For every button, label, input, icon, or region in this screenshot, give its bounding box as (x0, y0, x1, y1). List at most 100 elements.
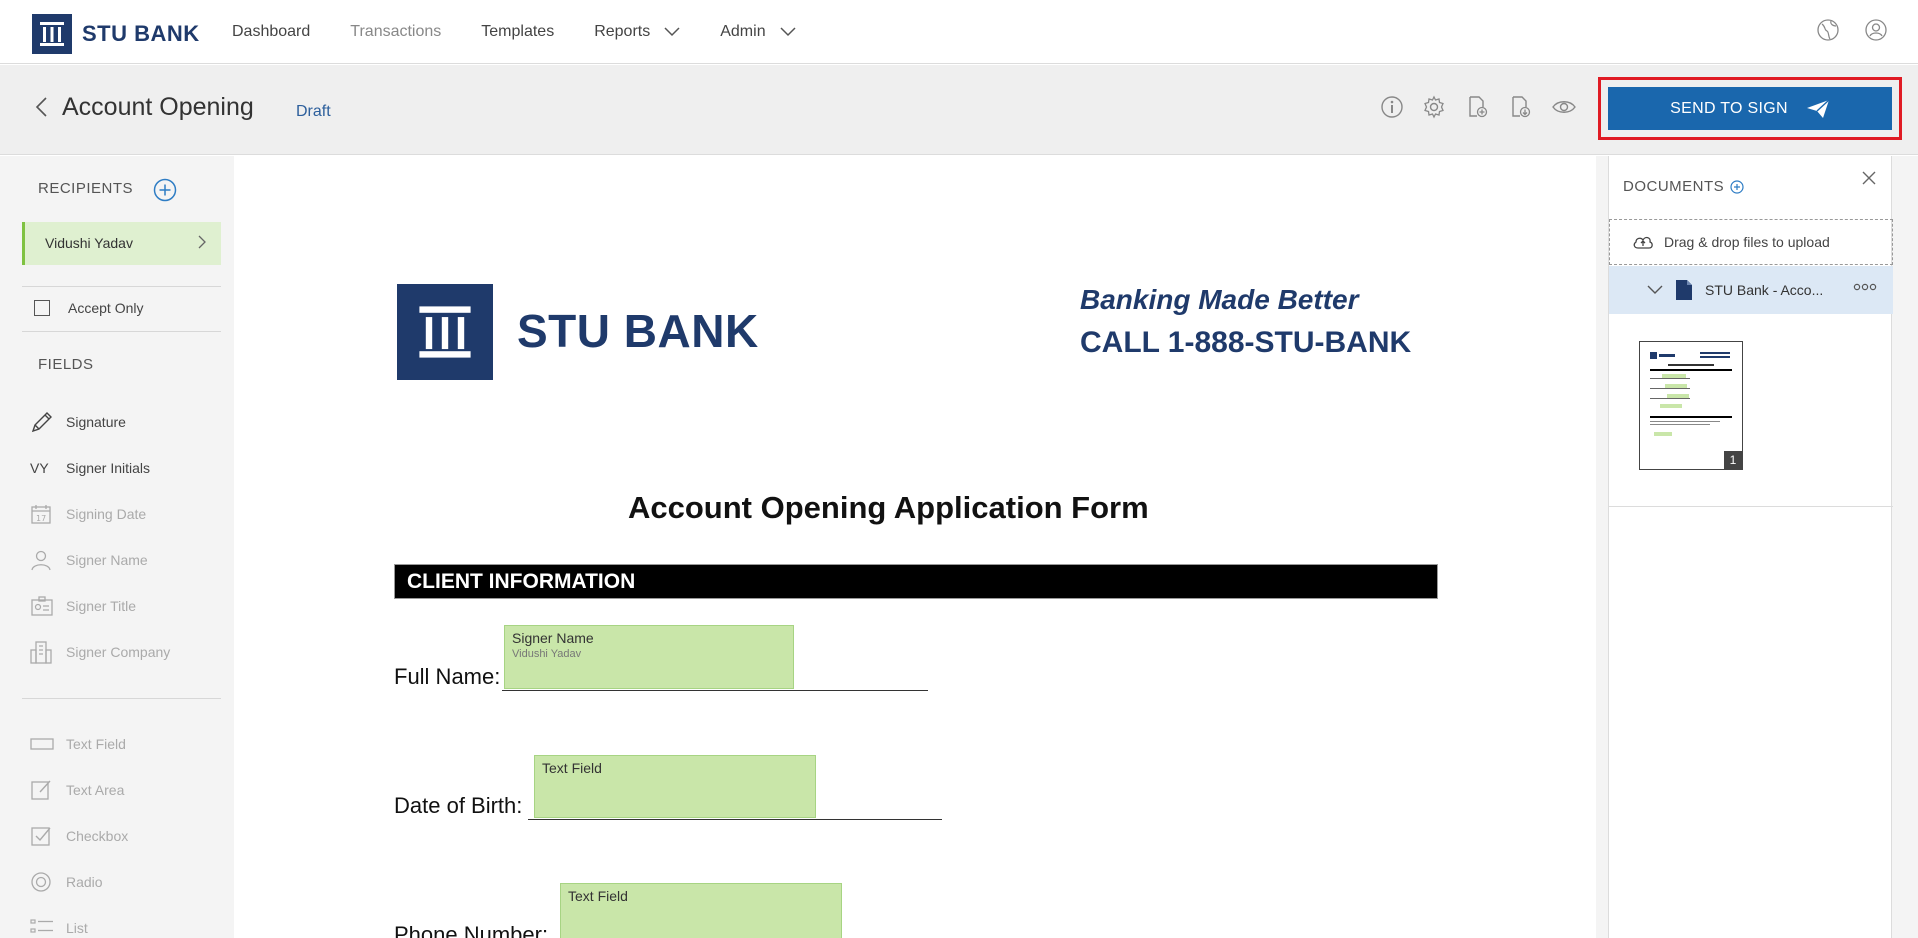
nav-admin-label: Admin (720, 23, 766, 40)
nav-transactions[interactable]: Transactions (350, 23, 441, 41)
date-of-birth-field-label: Text Field (542, 760, 602, 776)
full-name-label: Full Name: (394, 664, 501, 689)
chevron-down-icon[interactable] (1647, 285, 1663, 295)
eye-icon[interactable] (1551, 97, 1577, 117)
divider (22, 331, 221, 332)
text-area-icon (31, 780, 51, 800)
paper-plane-icon (1806, 98, 1830, 118)
info-icon[interactable] (1380, 95, 1404, 119)
text-field-icon (30, 738, 54, 750)
gear-icon[interactable] (1422, 95, 1446, 119)
form-title: Account Opening Application Form (628, 490, 1149, 525)
field-text-area[interactable]: Text Area (30, 778, 124, 802)
calendar-icon: 17 (31, 505, 51, 524)
page-number-badge: 1 (1724, 451, 1742, 469)
document-item[interactable]: STU Bank - Acco... (1609, 266, 1893, 314)
field-list[interactable]: List (30, 916, 88, 938)
field-signature-label: Signature (66, 414, 126, 430)
field-signer-title-label: Signer Title (66, 598, 137, 614)
phone-number-text-field[interactable]: Text Field (560, 883, 842, 938)
back-arrow-icon[interactable] (34, 96, 48, 118)
fields-title: FIELDS (38, 356, 94, 373)
person-icon (31, 550, 51, 571)
section-header: CLIENT INFORMATION (394, 564, 1438, 599)
svg-text:17: 17 (36, 514, 46, 523)
field-text-field-label: Text Field (66, 736, 126, 752)
document-bank-name: STU BANK (517, 305, 759, 357)
globe-icon[interactable] (1816, 18, 1840, 42)
accept-only-checkbox[interactable]: Accept Only (34, 300, 143, 316)
document-add-icon[interactable] (1465, 95, 1489, 119)
top-navigation: STU BANK Dashboard Transactions Template… (0, 0, 1918, 64)
full-name-underline (502, 690, 928, 691)
nav-reports[interactable]: Reports (594, 23, 680, 41)
field-list-label: List (66, 920, 88, 936)
recipients-title: RECIPIENTS (38, 180, 134, 197)
documents-panel: DOCUMENTS Drag & drop files to upload ST… (1596, 156, 1918, 938)
bank-icon (32, 14, 72, 54)
send-to-sign-label: SEND TO SIGN (1670, 99, 1788, 117)
radio-icon (31, 872, 51, 892)
divider (22, 286, 221, 287)
documents-title: DOCUMENTS (1623, 178, 1744, 195)
more-options-icon[interactable] (1853, 282, 1877, 292)
date-of-birth-underline (528, 819, 942, 820)
file-icon (1676, 280, 1692, 300)
pen-icon (31, 412, 52, 433)
close-icon[interactable] (1861, 170, 1877, 186)
divider (1609, 506, 1893, 507)
brand-logo[interactable]: STU BANK (32, 14, 200, 54)
field-checkbox[interactable]: Checkbox (30, 824, 128, 848)
nav-dashboard[interactable]: Dashboard (232, 23, 310, 41)
phone-number-label: Phone Number: (394, 922, 549, 938)
main-menu: Dashboard Transactions Templates Reports… (232, 0, 836, 64)
document-canvas[interactable]: STU BANK Banking Made Better CALL 1-888-… (234, 156, 1596, 938)
nav-admin[interactable]: Admin (720, 23, 796, 41)
page-thumbnail[interactable]: 1 (1639, 341, 1743, 470)
document-download-icon[interactable] (1508, 95, 1532, 119)
recipient-item[interactable]: Vidushi Yadav (22, 222, 221, 265)
id-badge-icon (31, 596, 53, 616)
field-signer-title[interactable]: Signer Title (30, 594, 136, 618)
building-icon (30, 641, 52, 664)
add-recipient-icon[interactable] (153, 178, 177, 202)
date-of-birth-text-field[interactable]: Text Field (534, 755, 816, 818)
checkbox-box (34, 300, 50, 316)
page-title: Account Opening (62, 93, 254, 121)
field-radio[interactable]: Radio (30, 870, 103, 894)
field-signer-company[interactable]: Signer Company (30, 640, 170, 664)
bank-logo (397, 284, 493, 380)
page-header: Account Opening Draft SEND TO SIGN (0, 65, 1918, 155)
field-text-field[interactable]: Text Field (30, 732, 126, 756)
bank-icon (419, 306, 471, 358)
accept-only-label: Accept Only (68, 300, 144, 316)
field-signing-date-label: Signing Date (66, 506, 147, 522)
upload-text: Drag & drop files to upload (1664, 234, 1830, 250)
field-signer-initials-label: Signer Initials (66, 460, 151, 476)
checkbox-icon (31, 827, 51, 846)
upload-dropzone[interactable]: Drag & drop files to upload (1609, 219, 1893, 265)
send-to-sign-button[interactable]: SEND TO SIGN (1608, 87, 1892, 130)
divider (22, 698, 221, 699)
document-file-name: STU Bank - Acco... (1705, 282, 1824, 298)
signer-name-field[interactable]: Signer Name Vidushi Yadav (504, 625, 794, 689)
document-phone: CALL 1-888-STU-BANK (1080, 326, 1412, 359)
chevron-down-icon (664, 27, 680, 37)
field-signer-name[interactable]: Signer Name (30, 548, 148, 572)
field-signer-company-label: Signer Company (66, 644, 171, 660)
user-icon[interactable] (1864, 18, 1888, 42)
field-signing-date[interactable]: 17 Signing Date (30, 502, 146, 526)
chevron-right-icon (198, 235, 206, 249)
document-tagline: Banking Made Better (1080, 284, 1359, 315)
field-checkbox-label: Checkbox (66, 828, 129, 844)
field-signature[interactable]: Signature (30, 410, 126, 434)
brand-name: STU BANK (82, 21, 200, 46)
field-text-area-label: Text Area (66, 782, 125, 798)
phone-number-field-label: Text Field (568, 888, 628, 904)
field-signer-initials[interactable]: VY Signer Initials (30, 456, 150, 480)
add-document-icon[interactable] (1730, 179, 1744, 194)
send-to-sign-highlight: SEND TO SIGN (1598, 77, 1902, 140)
cloud-upload-icon (1633, 236, 1653, 249)
nav-templates[interactable]: Templates (481, 23, 554, 41)
chevron-down-icon (780, 27, 796, 37)
